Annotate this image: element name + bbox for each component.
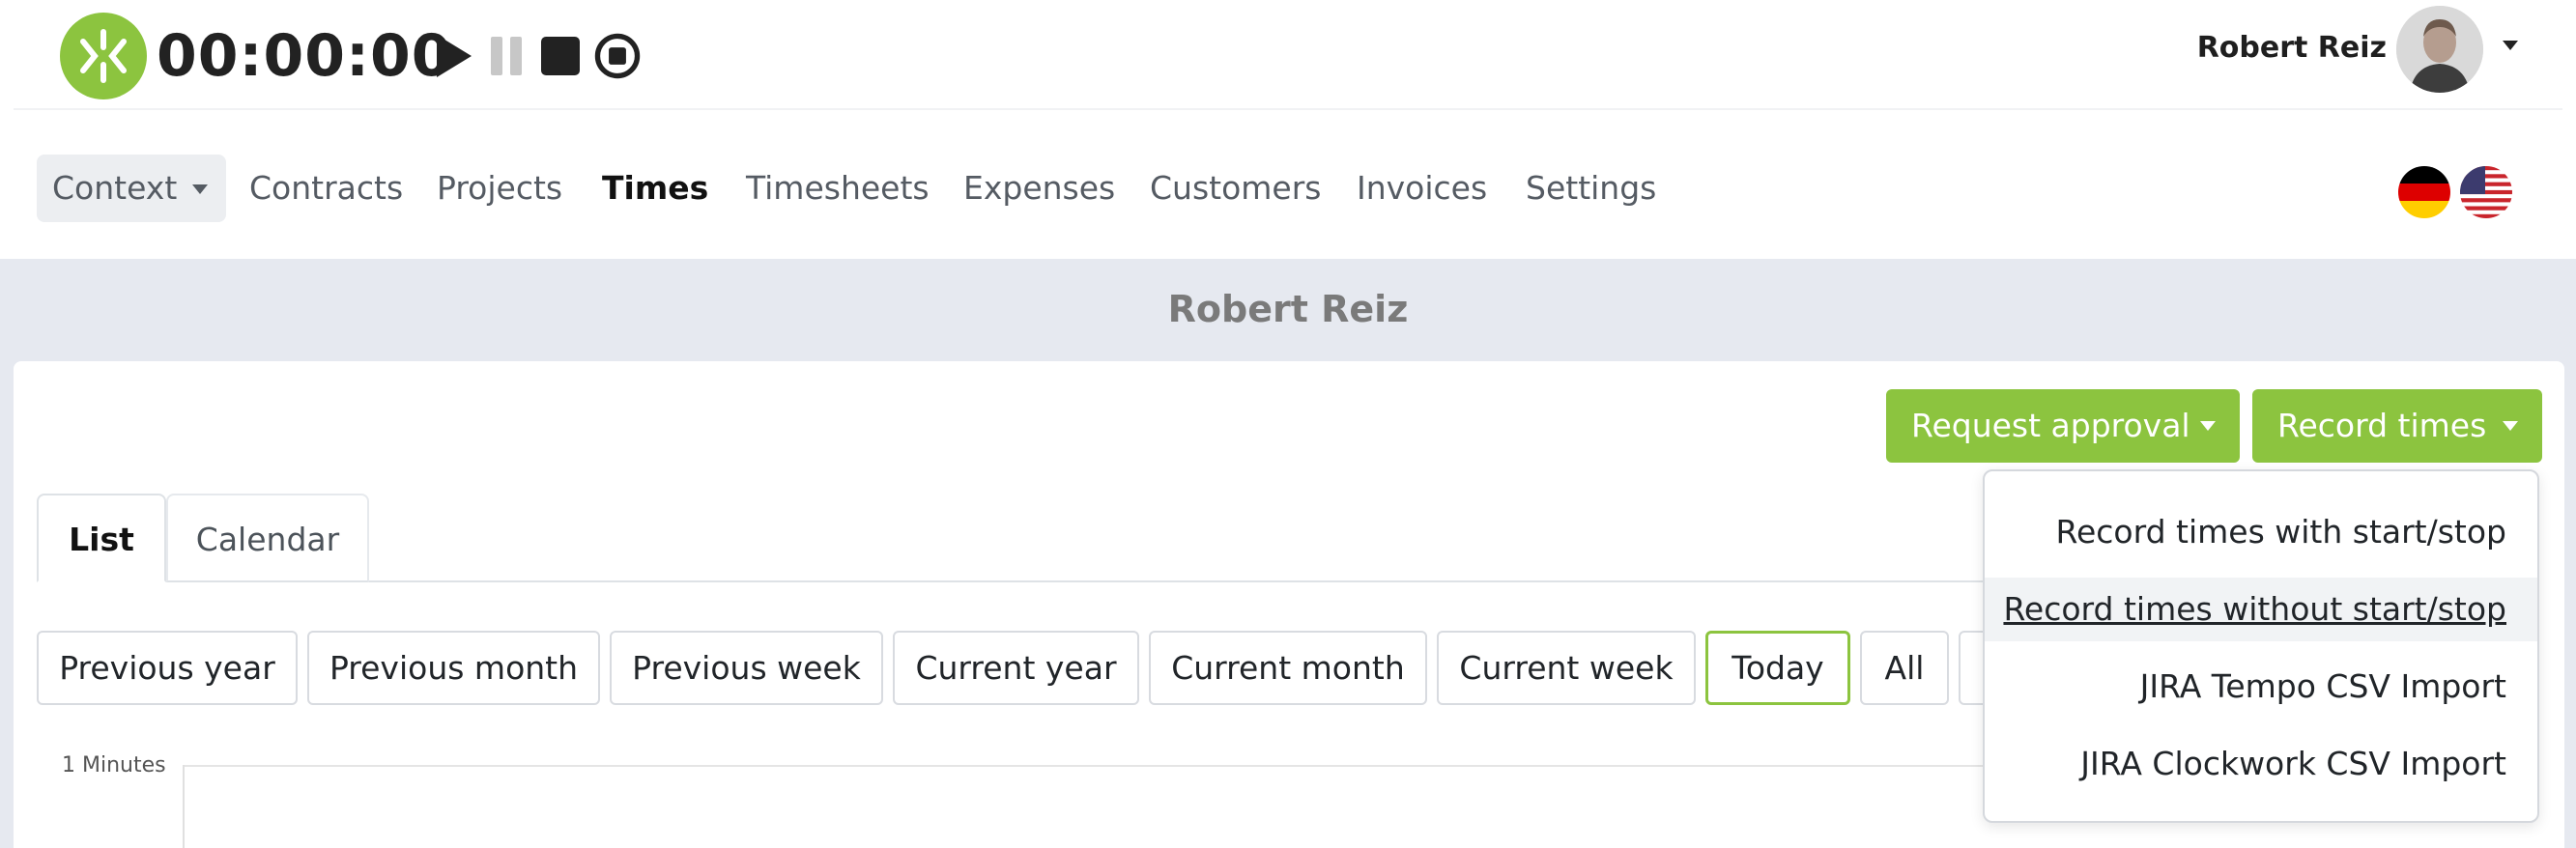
nav-settings[interactable]: Settings: [1526, 155, 1656, 222]
filter-current-year[interactable]: Current year: [893, 631, 1139, 705]
tab-calendar[interactable]: Calendar: [166, 494, 369, 582]
us-flag-icon[interactable]: [2460, 166, 2512, 218]
filter-all[interactable]: All: [1860, 631, 1949, 705]
nav-invoices[interactable]: Invoices: [1357, 155, 1487, 222]
menu-item-record-with-start-stop[interactable]: Record times with start/stop: [1985, 500, 2537, 564]
filter-previous-month[interactable]: Previous month: [307, 631, 600, 705]
chart-y-label: 1 Minutes: [62, 753, 166, 777]
page-title: Robert Reiz: [1167, 288, 1409, 330]
caret-down-icon[interactable]: [2501, 39, 2520, 52]
record-times-menu: Record times with start/stop Record time…: [1983, 469, 2539, 823]
caret-down-icon: [2199, 420, 2217, 432]
stop-recording-icon[interactable]: [593, 29, 642, 83]
filter-current-month[interactable]: Current month: [1149, 631, 1427, 705]
nav-timesheets[interactable]: Timesheets: [746, 155, 930, 222]
filter-today[interactable]: Today: [1705, 631, 1850, 705]
chart-gridline: [184, 765, 1990, 767]
tab-list[interactable]: List: [37, 494, 166, 582]
filter-current-week[interactable]: Current week: [1437, 631, 1696, 705]
caret-down-icon: [2502, 420, 2519, 432]
german-flag-icon[interactable]: [2398, 166, 2450, 218]
timer-display: 00:00:00: [157, 22, 453, 90]
filter-previous-week[interactable]: Previous week: [610, 631, 883, 705]
pause-icon[interactable]: [487, 29, 535, 83]
app-logo[interactable]: [60, 13, 147, 99]
caret-down-icon: [191, 184, 209, 195]
user-name[interactable]: Robert Reiz: [2126, 27, 2387, 70]
nav-customers[interactable]: Customers: [1150, 155, 1322, 222]
menu-item-jira-tempo-import[interactable]: JIRA Tempo CSV Import: [1985, 655, 2537, 719]
nav-expenses[interactable]: Expenses: [963, 155, 1115, 222]
request-approval-label: Request approval: [1911, 407, 2190, 444]
top-bar-divider: [14, 108, 2562, 110]
user-avatar[interactable]: [2396, 6, 2483, 93]
nav-context-label: Context: [52, 169, 178, 207]
nav-context-dropdown[interactable]: Context: [37, 155, 226, 222]
record-times-label: Record times: [2277, 407, 2487, 444]
record-times-button[interactable]: Record times: [2252, 389, 2542, 463]
menu-item-record-without-start-stop[interactable]: Record times without start/stop: [1985, 578, 2537, 641]
play-icon[interactable]: [429, 29, 477, 83]
chart-y-axis: [183, 765, 185, 848]
logo-mark: [80, 29, 127, 83]
request-approval-button[interactable]: Request approval: [1886, 389, 2240, 463]
filter-previous-year[interactable]: Previous year: [37, 631, 298, 705]
stop-icon[interactable]: [537, 29, 586, 83]
nav-contracts[interactable]: Contracts: [249, 155, 403, 222]
nav-projects[interactable]: Projects: [437, 155, 562, 222]
menu-item-jira-clockwork-import[interactable]: JIRA Clockwork CSV Import: [1985, 732, 2537, 796]
nav-times[interactable]: Times: [602, 155, 708, 222]
